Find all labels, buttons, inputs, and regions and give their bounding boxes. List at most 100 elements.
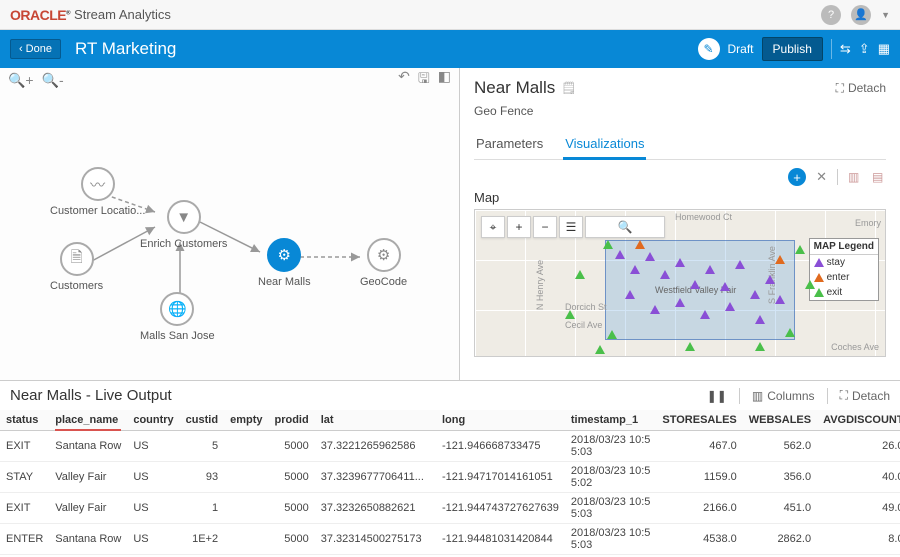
edit-icon[interactable]: ✎	[698, 38, 720, 60]
map-marker-stay[interactable]	[725, 302, 735, 311]
map-marker-stay[interactable]	[720, 282, 730, 291]
map-marker-stay[interactable]	[700, 310, 710, 319]
stage-tabs: Parameters Visualizations	[474, 132, 886, 160]
output-table-wrap[interactable]: statusplace_namecountrycustidemptyprodid…	[0, 410, 900, 557]
map-marker-exit[interactable]	[575, 270, 585, 279]
street-label: Homewood Ct	[675, 212, 732, 222]
note-icon[interactable]: 🗒	[561, 81, 576, 95]
columns-button[interactable]: ▥Columns	[752, 389, 815, 403]
export-icon[interactable]: ⇪	[859, 41, 870, 57]
share-icon[interactable]: ⇆	[840, 41, 851, 57]
close-viz-icon[interactable]: ✕	[816, 169, 827, 185]
column-header-WEBSALES[interactable]: WEBSALES	[743, 410, 817, 431]
map-marker-exit[interactable]	[565, 310, 575, 319]
columns-icon: ▥	[752, 389, 763, 403]
map-marker-stay[interactable]	[755, 315, 765, 324]
table-row[interactable]: STAYValley FairUS93500037.3239677706411.…	[0, 462, 900, 493]
table-row[interactable]: ENTERSantana RowUS1E+2500037.32314500275…	[0, 524, 900, 555]
map-locate-icon[interactable]: ⌖	[481, 216, 505, 238]
column-header-lat[interactable]: lat	[315, 410, 436, 431]
map-marker-stay[interactable]	[625, 290, 635, 299]
column-header-place_name[interactable]: place_name	[49, 410, 127, 431]
map-marker-stay[interactable]	[735, 260, 745, 269]
add-viz-icon[interactable]: +	[788, 168, 806, 186]
detach-button[interactable]: ⛶Detach	[840, 388, 890, 403]
undo-icon[interactable]: ↶	[398, 68, 410, 92]
done-button[interactable]: ‹Done	[10, 39, 61, 59]
viz-toolbar: + ✕ ▥ ▤	[474, 168, 886, 186]
node-customers[interactable]: 🗎 Customers	[50, 242, 103, 292]
table-row[interactable]: EXITValley FairUS1500037.3232650882621-1…	[0, 493, 900, 524]
map-marker-stay[interactable]	[690, 280, 700, 289]
detach-button[interactable]: ⛶Detach	[836, 81, 886, 96]
node-geocode[interactable]: ⚙ GeoCode	[360, 238, 407, 288]
user-menu-caret[interactable]: ▼	[881, 10, 890, 20]
map-layers-icon[interactable]: ☰	[559, 216, 583, 238]
pipeline-canvas[interactable]: 〰 Customer Locatio... 🗎 Customers 🌐 Mall…	[0, 92, 459, 380]
app-toolbar: ‹Done RT Marketing ✎ Draft Publish ⇆ ⇪ ▦	[0, 30, 900, 68]
column-header-status[interactable]: status	[0, 410, 49, 431]
panel-icon[interactable]: ◧	[438, 68, 451, 92]
column-header-empty[interactable]: empty	[224, 410, 268, 431]
map-marker-enter[interactable]	[775, 255, 785, 264]
map-marker-exit[interactable]	[603, 240, 613, 249]
map-marker-exit[interactable]	[607, 330, 617, 339]
map-marker-stay[interactable]	[660, 270, 670, 279]
bar-chart-icon[interactable]: ▥	[848, 170, 862, 184]
column-header-timestamp_1[interactable]: timestamp_1	[565, 410, 657, 431]
bar-chart-alt-icon[interactable]: ▤	[872, 170, 886, 184]
pipeline-canvas-pane: 🔍+ 🔍- ↶ 🖫 ◧ 〰 Customer Locatio..	[0, 68, 460, 380]
map-marker-exit[interactable]	[685, 342, 695, 351]
map-marker-enter[interactable]	[635, 240, 645, 249]
column-header-country[interactable]: country	[127, 410, 179, 431]
table-row[interactable]: EXITSantana RowUS5500037.3221265962586-1…	[0, 431, 900, 462]
save-icon[interactable]: 🖫	[418, 68, 430, 92]
triangle-icon	[814, 273, 824, 282]
map-marker-stay[interactable]	[650, 305, 660, 314]
column-header-custid[interactable]: custid	[180, 410, 224, 431]
map-marker-stay[interactable]	[765, 275, 775, 284]
map-marker-exit[interactable]	[805, 280, 815, 289]
map-marker-exit[interactable]	[755, 342, 765, 351]
map-marker-stay[interactable]	[615, 250, 625, 259]
map-marker-stay[interactable]	[705, 265, 715, 274]
help-icon[interactable]: ?	[821, 5, 841, 25]
gear-icon: ⚙	[367, 238, 401, 272]
column-header-prodid[interactable]: prodid	[268, 410, 314, 431]
publish-button[interactable]: Publish	[762, 37, 823, 61]
map-marker-exit[interactable]	[785, 328, 795, 337]
map-marker-stay[interactable]	[645, 252, 655, 261]
map-marker-stay[interactable]	[675, 258, 685, 267]
map-marker-stay[interactable]	[675, 298, 685, 307]
map-marker-exit[interactable]	[795, 245, 805, 254]
map-zoom-out-icon[interactable]: −	[533, 216, 557, 238]
column-header-STORESALES[interactable]: STORESALES	[656, 410, 742, 431]
node-enrich-customers[interactable]: ▼ Enrich Customers	[140, 200, 227, 250]
node-malls-san-jose[interactable]: 🌐 Malls San Jose	[140, 292, 215, 342]
column-header-AVGDISCOUNT[interactable]: AVGDISCOUNT	[817, 410, 900, 431]
column-header-long[interactable]: long	[436, 410, 565, 431]
zoom-in-icon[interactable]: 🔍+	[8, 72, 34, 89]
map-tools: ⌖ + − ☰ 🔍	[481, 216, 665, 238]
zoom-out-icon[interactable]: 🔍-	[42, 72, 64, 89]
map-marker-stay[interactable]	[750, 290, 760, 299]
map-legend: MAP Legend stay enter exit	[809, 238, 879, 301]
divider	[827, 388, 828, 404]
tab-visualizations[interactable]: Visualizations	[563, 132, 646, 160]
map-marker-exit[interactable]	[595, 345, 605, 354]
map-zoom-in-icon[interactable]: +	[507, 216, 531, 238]
node-near-malls[interactable]: ⚙ Near Malls	[258, 238, 311, 288]
layout-icon[interactable]: ▦	[878, 41, 890, 57]
node-customer-locations[interactable]: 〰 Customer Locatio...	[50, 167, 145, 217]
tab-parameters[interactable]: Parameters	[474, 132, 545, 159]
triangle-icon	[814, 258, 824, 267]
map-marker-stay[interactable]	[775, 295, 785, 304]
pause-icon[interactable]: ❚❚	[707, 389, 727, 403]
properties-pane: Near Malls 🗒 ⛶Detach Geo Fence Parameter…	[460, 68, 900, 380]
map-widget[interactable]: ⌖ + − ☰ 🔍 MAP Legend stay enter exit Hom…	[474, 209, 886, 357]
user-menu[interactable]: 👤	[851, 5, 871, 25]
output-table: statusplace_namecountrycustidemptyprodid…	[0, 410, 900, 557]
divider	[837, 169, 838, 185]
map-search-input[interactable]: 🔍	[585, 216, 665, 238]
map-marker-stay[interactable]	[630, 265, 640, 274]
